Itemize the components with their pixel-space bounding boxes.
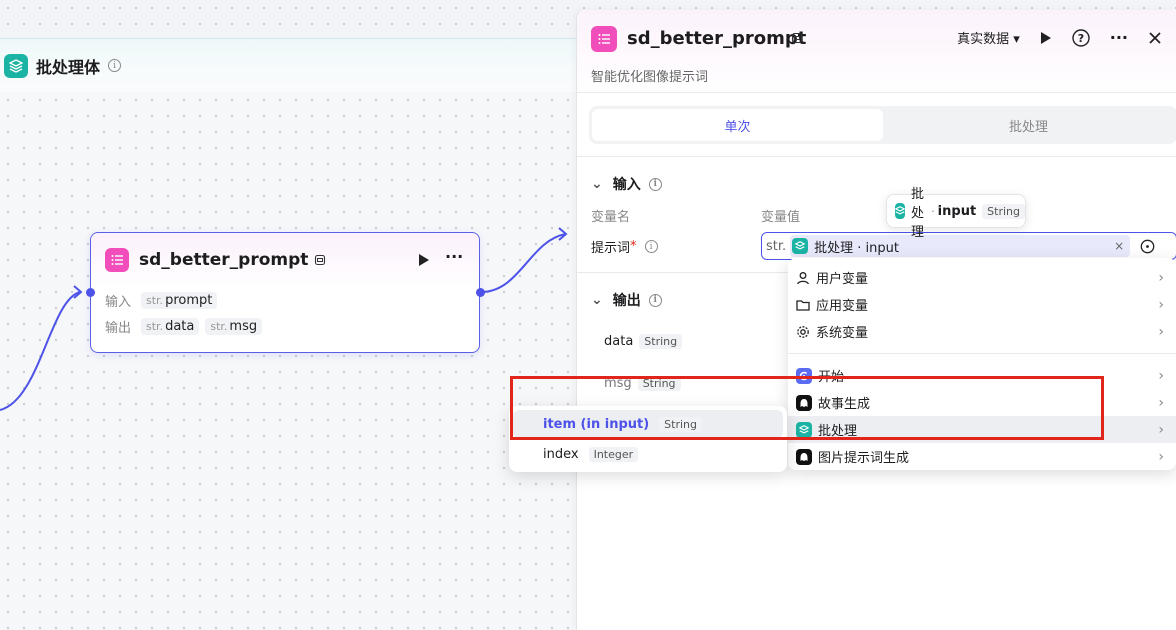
- submenu-item-index[interactable]: index Integer: [513, 440, 783, 468]
- var-value-column: 变量值: [761, 210, 801, 225]
- help-icon[interactable]: ?: [1072, 28, 1090, 47]
- field-label-text: 提示词: [591, 241, 631, 256]
- dropdown-label: 批处理: [818, 424, 858, 439]
- dropdown-item-app-vars[interactable]: 应用变量 ›: [788, 291, 1176, 318]
- panel-description: 智能优化图像提示词: [591, 70, 709, 85]
- dropdown-separator: [788, 353, 1176, 354]
- dropdown-item-system-vars[interactable]: 系统变量 ›: [788, 318, 1176, 345]
- submenu-var-name: index: [543, 446, 579, 462]
- submenu-var-type: String: [659, 416, 702, 432]
- tab-batch[interactable]: 批处理: [883, 109, 1174, 141]
- tooltip-separator: ·: [931, 204, 935, 218]
- svg-text:?: ?: [1078, 32, 1084, 45]
- layers-icon: [895, 203, 905, 219]
- divider: [577, 92, 1176, 93]
- input-label: 输入: [105, 294, 132, 310]
- layers-icon: [792, 238, 809, 254]
- value-type-prefix: str.: [766, 238, 787, 254]
- close-icon[interactable]: [1148, 31, 1162, 45]
- output-chip: str. msg: [205, 317, 263, 335]
- output-item-msg: msg String: [604, 376, 681, 391]
- chevron-down-icon: ⌄: [591, 176, 603, 192]
- bot-icon: [796, 448, 812, 465]
- output-name: data: [604, 334, 634, 349]
- output-name: msg: [604, 376, 632, 391]
- divider: [577, 156, 1176, 157]
- output-port[interactable]: [476, 288, 485, 297]
- tooltip-source: 批处理: [911, 186, 925, 240]
- output-type: String: [637, 376, 681, 391]
- clear-icon[interactable]: ×: [1114, 239, 1124, 253]
- more-options-icon[interactable]: ···: [445, 247, 463, 266]
- tab-single[interactable]: 单次: [592, 109, 883, 141]
- submenu-item-item[interactable]: item (in input) String: [513, 410, 783, 438]
- node-output-row: 输出 str. data str. msg: [91, 313, 479, 339]
- output-label: 输出: [105, 320, 132, 336]
- output-section-header[interactable]: ⌄ 输出 i: [591, 290, 662, 310]
- output-type: String: [639, 334, 683, 349]
- dropdown-item-batch[interactable]: 批处理 ›: [788, 416, 1176, 443]
- reference-tooltip: 批处理 · input String: [886, 187, 1026, 240]
- caret-down-icon: ▾: [1013, 32, 1020, 47]
- output-chip: str. data: [141, 317, 200, 335]
- output-section-title: 输出: [612, 293, 641, 309]
- dropdown-label: 用户变量: [816, 272, 869, 287]
- submenu-var-type: Integer: [588, 446, 639, 462]
- mode-tabs: 单次 批处理: [589, 106, 1176, 144]
- node-input-row: 输入 str. prompt: [91, 287, 479, 313]
- variable-picker-icon[interactable]: [1140, 239, 1155, 254]
- input-section-title: 输入: [612, 177, 641, 193]
- tooltip-var: input: [937, 203, 977, 219]
- folder-icon: [796, 298, 810, 312]
- sd-better-prompt-node[interactable]: sd_better_prompt ··· 输入 str. prompt 输出 st…: [86, 232, 485, 353]
- run-button[interactable]: [1040, 31, 1052, 45]
- submenu-var-name: item (in input): [543, 416, 650, 432]
- info-icon[interactable]: i: [644, 240, 658, 253]
- dropdown-item-user-vars[interactable]: 用户变量 ›: [788, 264, 1176, 291]
- user-icon: [796, 271, 810, 285]
- database-icon: [791, 32, 803, 44]
- prompt-field-label: 提示词 * i: [591, 237, 658, 256]
- input-section-header[interactable]: ⌄ 输入 i: [591, 174, 662, 194]
- node-title: sd_better_prompt: [139, 250, 309, 270]
- input-chip: str. prompt: [141, 291, 218, 309]
- dropdown-label: 故事生成: [818, 397, 871, 412]
- database-icon: [314, 254, 326, 266]
- dropdown-label: 应用变量: [816, 299, 869, 314]
- data-mode-select[interactable]: 真实数据 ▾: [957, 28, 1020, 47]
- panel-title: sd_better_prompt: [627, 28, 807, 49]
- info-icon[interactable]: i: [648, 177, 662, 191]
- prompt-icon: [591, 26, 617, 52]
- panel-header: sd_better_prompt 智能优化图像提示词 真实数据 ▾ ? ···: [577, 10, 1176, 94]
- node-header: sd_better_prompt ···: [91, 233, 479, 287]
- info-icon[interactable]: i: [648, 293, 662, 307]
- variable-reference-tag[interactable]: 批处理 · input ×: [790, 235, 1131, 257]
- batch-variable-submenu: item (in input) String index Integer: [509, 406, 787, 472]
- var-name-column: 变量名: [591, 210, 631, 225]
- dropdown-label: 开始: [818, 370, 845, 385]
- dropdown-item-image-prompt-gen[interactable]: 图片提示词生成 ›: [788, 443, 1176, 470]
- variable-dropdown: 用户变量 › 应用变量 › 系统变量 › 开始 › 故事生成 › 批处理 › 图片提示词生成…: [788, 258, 1176, 470]
- bot-icon: [796, 394, 812, 411]
- input-port[interactable]: [86, 288, 95, 297]
- run-node-button[interactable]: [418, 253, 430, 267]
- prompt-value-input[interactable]: str. 批处理 · input ×: [761, 232, 1176, 260]
- reference-text: 批处理 · input: [814, 240, 899, 256]
- output-item-data: data String: [604, 334, 683, 349]
- gear-icon: [796, 325, 810, 339]
- dropdown-item-start[interactable]: 开始 ›: [788, 362, 1176, 389]
- start-icon: [796, 367, 812, 384]
- layers-icon: [796, 421, 812, 438]
- dropdown-item-story-gen[interactable]: 故事生成 ›: [788, 389, 1176, 416]
- more-options-icon[interactable]: ···: [1110, 28, 1128, 47]
- prompt-icon: [105, 248, 129, 272]
- tooltip-type: String: [982, 203, 1025, 219]
- dropdown-label: 图片提示词生成: [818, 451, 910, 466]
- dropdown-label: 系统变量: [816, 326, 869, 341]
- chevron-down-icon: ⌄: [591, 292, 603, 308]
- required-mark: *: [630, 239, 637, 254]
